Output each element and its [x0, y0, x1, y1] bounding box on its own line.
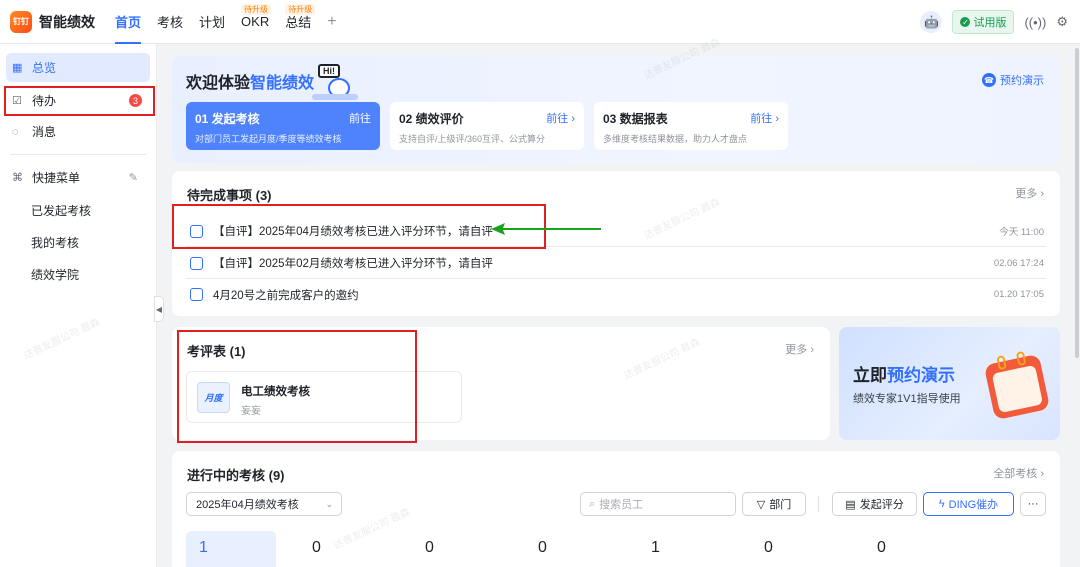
- stat-count[interactable]: 0: [751, 531, 841, 567]
- department-filter-button[interactable]: ▽ 部门: [742, 492, 806, 516]
- chevron-down-icon: ⌄: [325, 498, 333, 509]
- sidebar-collapse-button[interactable]: ◀: [154, 296, 164, 322]
- stat-count[interactable]: 0: [412, 531, 502, 567]
- divider: [10, 154, 146, 155]
- sidebar-item-messages[interactable]: ◌ 消息: [6, 117, 150, 146]
- review-more-link[interactable]: 更多 ›: [785, 341, 814, 357]
- headset-icon: ☎: [982, 73, 996, 87]
- book-demo-banner[interactable]: 立即预约演示 绩效专家1V1指导使用: [839, 327, 1060, 440]
- top-right-tools: 🤖 ✓ 试用版 ((•)) ⚙: [920, 0, 1068, 44]
- start-evaluation-button[interactable]: ▤ 发起评分: [832, 492, 917, 516]
- steps: 01 发起考核 对部门员工发起月度/季度等绩效考核 前往 02 绩效评价 支持自…: [186, 102, 788, 150]
- todo-item[interactable]: 【自评】2025年02月绩效考核已进入评分环节，请自评 02.06 17:24: [186, 248, 1046, 279]
- pending-more-link[interactable]: 更多 ›: [1015, 185, 1044, 201]
- sidebar-item-overview[interactable]: ▦ 总览: [6, 53, 150, 82]
- stat-count[interactable]: 1: [186, 531, 276, 567]
- all-assessments-link[interactable]: 全部考核 ›: [993, 465, 1044, 481]
- filter-icon: ▽: [756, 498, 766, 511]
- sidebar-item-initiated[interactable]: 已发起考核: [0, 194, 156, 226]
- pending-title: 待完成事项 (3): [187, 188, 272, 203]
- grid-icon: ▦: [12, 62, 23, 74]
- check-icon: ✓: [960, 17, 971, 27]
- sidebar-item-quick-menu[interactable]: ⌘ 快捷菜单 ✎: [6, 163, 150, 192]
- upgrade-badge: 待升级: [285, 3, 316, 15]
- top-bar: 钉钉 智能绩效 首页 考核 计划 待升级 OKR 待升级 总结 + 🤖 ✓ 试用…: [0, 0, 1080, 44]
- message-icon: ◌: [12, 125, 19, 138]
- lightning-icon: ϟ: [938, 498, 945, 510]
- welcome-title: 欢迎体验智能绩效: [186, 75, 315, 92]
- nav-okr[interactable]: 待升级 OKR: [241, 0, 272, 44]
- doc-icon: ▤: [845, 498, 856, 511]
- annotation-box-review: [177, 330, 417, 443]
- calendar-illustration-icon: [983, 350, 1051, 421]
- stat-count[interactable]: 1: [638, 531, 728, 567]
- step-start-assessment[interactable]: 01 发起考核 对部门员工发起月度/季度等绩效考核 前往: [186, 102, 380, 150]
- app-title: 智能绩效: [39, 13, 95, 30]
- settings-gear-icon[interactable]: ⚙: [1056, 14, 1068, 30]
- more-actions-button[interactable]: ···: [1020, 492, 1046, 516]
- stat-count[interactable]: 0: [299, 531, 389, 567]
- annotation-arrow-icon: [491, 223, 601, 235]
- sidebar-item-academy[interactable]: 绩效学院: [0, 258, 156, 290]
- assistant-robot-icon[interactable]: 🤖: [920, 11, 943, 33]
- annotation-box-todo: [4, 86, 155, 116]
- command-icon: ⌘: [12, 172, 23, 184]
- add-tab-icon[interactable]: +: [327, 0, 336, 44]
- edit-pencil-icon[interactable]: ✎: [129, 171, 138, 184]
- mascot-illustration: Hi!: [312, 64, 358, 100]
- stat-count[interactable]: 0: [864, 531, 954, 567]
- scrollbar[interactable]: [1074, 44, 1080, 364]
- task-doc-icon: [190, 256, 203, 270]
- sidebar-item-my-assessment[interactable]: 我的考核: [0, 226, 156, 258]
- upgrade-badge: 待升级: [241, 3, 272, 15]
- step-reports[interactable]: 03 数据报表 多维度考核结果数据，助力人才盘点 前往 ›: [594, 102, 788, 150]
- broadcast-icon[interactable]: ((•)): [1024, 15, 1046, 30]
- main-nav: 首页 考核 计划 待升级 OKR 待升级 总结 +: [115, 0, 353, 44]
- step-evaluation[interactable]: 02 绩效评价 支持自评/上级评/360互评、公式算分 前往 ›: [390, 102, 584, 150]
- trial-version-button[interactable]: ✓ 试用版: [952, 10, 1015, 34]
- nav-plan[interactable]: 计划: [199, 0, 225, 44]
- nav-summary[interactable]: 待升级 总结: [285, 0, 316, 44]
- sidebar: ▦ 总览 ☑ 待办 3 ◌ 消息 ⌘ 快捷菜单 ✎ 已发起考核 我的考核 绩效学…: [0, 44, 157, 567]
- welcome-card: 欢迎体验智能绩效 Hi! ☎ 预约演示 01 发起考核 对部门员工发起月度/季度…: [172, 56, 1060, 163]
- ongoing-title: 进行中的考核 (9): [187, 468, 285, 483]
- nav-assessment[interactable]: 考核: [157, 0, 183, 44]
- book-demo-link[interactable]: ☎ 预约演示: [982, 72, 1044, 88]
- stat-count[interactable]: 0: [525, 531, 615, 567]
- ding-remind-button[interactable]: ϟ DING催办: [923, 492, 1014, 516]
- annotation-box-pending-item: [172, 204, 546, 249]
- divider: [818, 496, 819, 512]
- task-check-icon: [190, 288, 203, 301]
- search-icon: ⌕: [589, 497, 596, 510]
- employee-search-input[interactable]: ⌕ 搜索员工: [580, 492, 736, 516]
- assessment-select[interactable]: 2025年04月绩效考核 ⌄: [186, 492, 342, 516]
- nav-home[interactable]: 首页: [115, 0, 142, 44]
- todo-item[interactable]: 4月20号之前完成客户的邀约 01.20 17:05: [186, 279, 1046, 310]
- app-logo-icon: 钉钉: [10, 10, 32, 33]
- ongoing-card: 进行中的考核 (9) 全部考核 › 2025年04月绩效考核 ⌄ ⌕ 搜索员工 …: [172, 451, 1060, 567]
